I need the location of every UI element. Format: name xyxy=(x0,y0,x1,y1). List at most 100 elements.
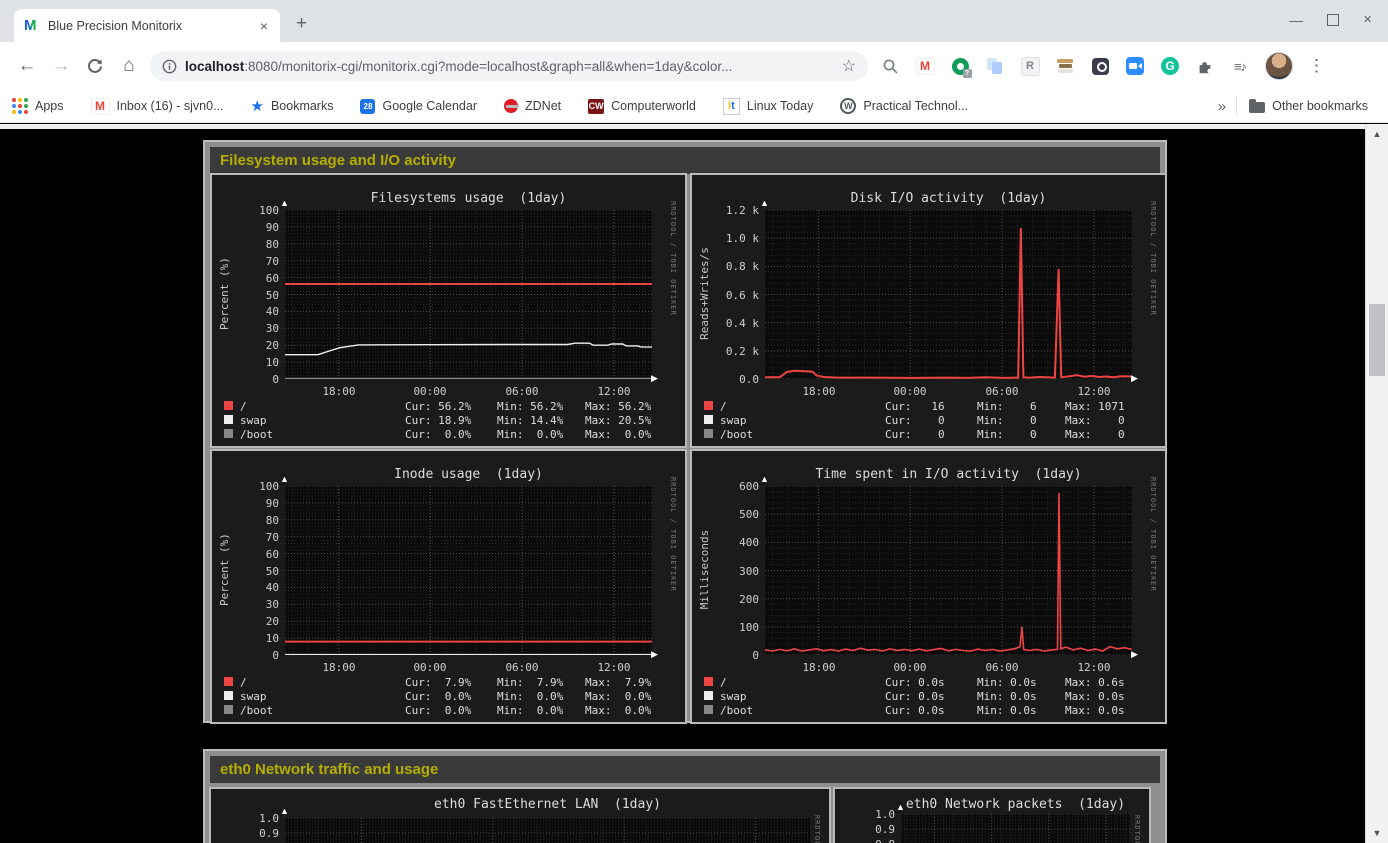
forward-button[interactable]: → xyxy=(44,49,78,83)
home-button[interactable]: ⌂ xyxy=(112,49,146,83)
window-close-button[interactable]: × xyxy=(1363,11,1372,28)
bookmarks-bar: Apps M Inbox (16) - sjvn0... ★ Bookmarks… xyxy=(0,90,1388,123)
zoom-extension-icon[interactable] xyxy=(1125,56,1145,76)
monitorix-favicon-icon: M M xyxy=(24,18,40,34)
page-info-icon[interactable] xyxy=(162,59,177,74)
window-minimize-button[interactable]: — xyxy=(1289,12,1303,28)
r-extension-icon[interactable]: R xyxy=(1020,56,1040,76)
google-voice-extension-icon[interactable]: ? xyxy=(950,56,970,76)
chart-title: eth0 FastEthernet LAN (1day) xyxy=(260,797,831,812)
x-tick-label: 00:00 xyxy=(886,385,934,398)
chart-panel: Time spent in I/O activity (1day)RRDTOOL… xyxy=(690,449,1167,724)
legend-swatch xyxy=(224,705,233,714)
extensions-puzzle-icon[interactable] xyxy=(1195,56,1215,76)
legend-max: Max: 0.6s xyxy=(1065,676,1125,689)
legend-name: swap xyxy=(720,690,747,703)
plot-area xyxy=(285,486,652,655)
bookmark-linux-today[interactable]: lt Linux Today xyxy=(723,98,814,115)
x-tick-label: 12:00 xyxy=(590,385,638,398)
chart-panel: Inode usage (1day)RRDTOOL / TOBI OETIKER… xyxy=(210,449,687,724)
axis-arrow-up-icon: ▲ xyxy=(760,198,769,208)
y-tick-label: 400 xyxy=(701,536,759,549)
search-extension-icon[interactable] xyxy=(880,56,900,76)
window-maximize-button[interactable] xyxy=(1327,14,1339,26)
y-tick-label: 0.9 xyxy=(221,827,279,840)
legend-min: Min: 0.0% xyxy=(497,704,563,717)
axis-arrow-up-icon: ▲ xyxy=(280,474,289,484)
computerworld-icon: CW xyxy=(588,99,604,114)
bookmark-computerworld[interactable]: CW Computerworld xyxy=(588,99,696,114)
y-tick-label: 1.0 xyxy=(221,812,279,825)
y-tick-label: 40 xyxy=(221,305,279,318)
legend-min: Min: 0 xyxy=(977,428,1037,441)
legend-name: / xyxy=(240,400,247,413)
other-bookmarks-label: Other bookmarks xyxy=(1272,99,1368,113)
bookmark-practical-technology[interactable]: W Practical Technol... xyxy=(840,98,968,114)
y-tick-label: 0.2 k xyxy=(701,345,759,358)
url-text[interactable]: localhost:8080/monitorix-cgi/monitorix.c… xyxy=(185,59,836,74)
browser-menu-icon[interactable]: ⋮ xyxy=(1308,56,1325,76)
legend-swatch xyxy=(704,415,713,424)
back-button[interactable]: ← xyxy=(10,49,44,83)
playlist-extension-icon[interactable]: ≡♪ xyxy=(1230,56,1250,76)
x-tick-label: 00:00 xyxy=(886,661,934,674)
address-bar[interactable]: localhost:8080/monitorix-cgi/monitorix.c… xyxy=(150,51,868,81)
legend-swatch xyxy=(224,691,233,700)
legend-cur: Cur: 0 xyxy=(885,414,945,427)
profile-avatar[interactable] xyxy=(1265,52,1293,80)
y-tick-label: 0.6 k xyxy=(701,289,759,302)
y-tick-label: 1.0 xyxy=(837,808,895,821)
y-tick-label: 40 xyxy=(221,581,279,594)
legend-max: Max: 0 xyxy=(1065,414,1125,427)
legend-name: swap xyxy=(240,690,267,703)
series-line-/ xyxy=(765,493,1132,651)
scrollbar-thumb[interactable] xyxy=(1369,304,1385,376)
y-tick-label: 20 xyxy=(221,615,279,628)
x-tick-label: 18:00 xyxy=(795,385,843,398)
bookmark-bookmarks[interactable]: ★ Bookmarks xyxy=(251,97,334,115)
bookmark-apps[interactable]: Apps xyxy=(12,98,64,114)
y-tick-label: 60 xyxy=(221,272,279,285)
legend-min: Min: 0.0% xyxy=(497,690,563,703)
bookmark-star-icon[interactable]: ☆ xyxy=(842,56,856,76)
section-title: eth0 Network traffic and usage xyxy=(220,761,438,778)
legend-name: /boot xyxy=(720,704,753,717)
gmail-extension-icon[interactable]: M xyxy=(915,56,935,76)
plot-area xyxy=(901,814,1130,843)
legend-name: /boot xyxy=(240,428,273,441)
copy-pages-extension-icon[interactable] xyxy=(985,56,1005,76)
other-bookmarks-button[interactable]: Other bookmarks xyxy=(1249,99,1368,113)
legend-cur: Cur: 0 xyxy=(885,428,945,441)
y-tick-label: 1.0 k xyxy=(701,232,759,245)
legend-max: Max: 0.0% xyxy=(585,704,651,717)
legend-min: Min: 0.0s xyxy=(977,690,1037,703)
grammarly-extension-icon[interactable]: G xyxy=(1160,56,1180,76)
y-tick-label: 30 xyxy=(221,598,279,611)
chart-title: Time spent in I/O activity (1day) xyxy=(740,467,1157,482)
bookmark-inbox[interactable]: M Inbox (16) - sjvn0... xyxy=(91,98,224,115)
axis-arrow-right-icon: ▶ xyxy=(651,649,658,660)
new-tab-button[interactable]: + xyxy=(296,13,307,35)
reload-button[interactable] xyxy=(78,49,112,83)
legend-name: / xyxy=(240,676,247,689)
scroll-down-arrow-icon[interactable]: ▼ xyxy=(1366,828,1388,838)
legend-min: Min: 0.0% xyxy=(497,428,563,441)
legend-max: Max: 1071 xyxy=(1065,400,1125,413)
vertical-scrollbar[interactable]: ▲ ▼ xyxy=(1365,124,1388,843)
password-manager-extension-icon[interactable] xyxy=(1090,56,1110,76)
gmail-icon: M xyxy=(91,98,110,115)
browser-tab[interactable]: M M Blue Precision Monitorix × xyxy=(14,9,280,42)
bookmark-label: Practical Technol... xyxy=(863,99,968,113)
bookmark-google-calendar[interactable]: 28 Google Calendar xyxy=(360,99,477,114)
tab-close-icon[interactable]: × xyxy=(258,18,270,34)
bookmarks-overflow-chevron[interactable]: » xyxy=(1218,98,1226,115)
bookmark-zdnet[interactable]: ZDNet xyxy=(504,99,561,113)
url-host: localhost xyxy=(185,59,244,74)
legend-name: swap xyxy=(720,414,747,427)
books-extension-icon[interactable] xyxy=(1055,56,1075,76)
y-tick-label: 100 xyxy=(221,204,279,217)
scroll-up-arrow-icon[interactable]: ▲ xyxy=(1366,129,1388,139)
axis-arrow-right-icon: ▶ xyxy=(1131,649,1138,660)
legend-swatch xyxy=(224,429,233,438)
page-top-strip xyxy=(0,124,1388,129)
